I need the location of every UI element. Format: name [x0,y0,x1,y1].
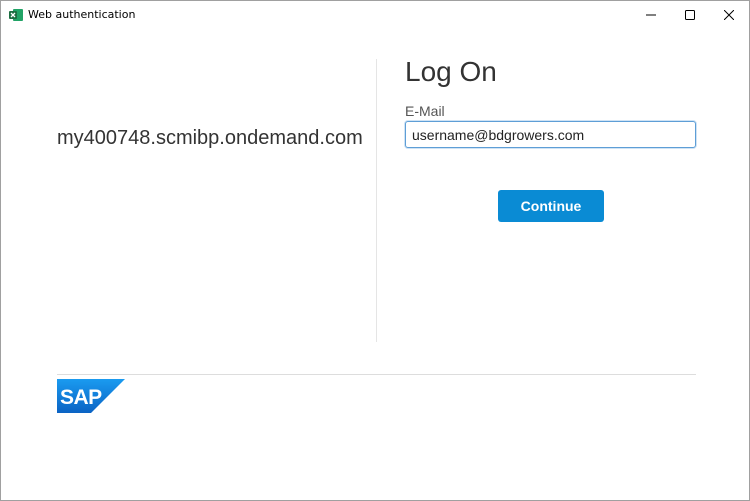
window-title: Web authentication [28,8,136,21]
title-bar[interactable]: Web authentication [1,1,749,29]
sap-logo: SAP [57,379,125,413]
vertical-divider [376,59,377,342]
auth-window: Web authentication my400748.scmibp.ondem… [0,0,750,501]
page-title: Log On [405,56,497,87]
minimize-button[interactable] [631,1,671,29]
maximize-button[interactable] [670,1,710,29]
email-label: E-Mail [405,103,445,119]
svg-text:SAP: SAP [60,386,102,409]
close-button[interactable] [709,1,749,29]
minimize-icon [646,14,656,16]
close-icon [724,10,734,20]
excel-icon [9,9,23,21]
email-field[interactable] [405,121,696,148]
continue-button[interactable]: Continue [498,190,604,222]
tenant-hostname: my400748.scmibp.ondemand.com [57,127,363,149]
maximize-icon [685,10,695,20]
footer-divider [57,374,696,375]
